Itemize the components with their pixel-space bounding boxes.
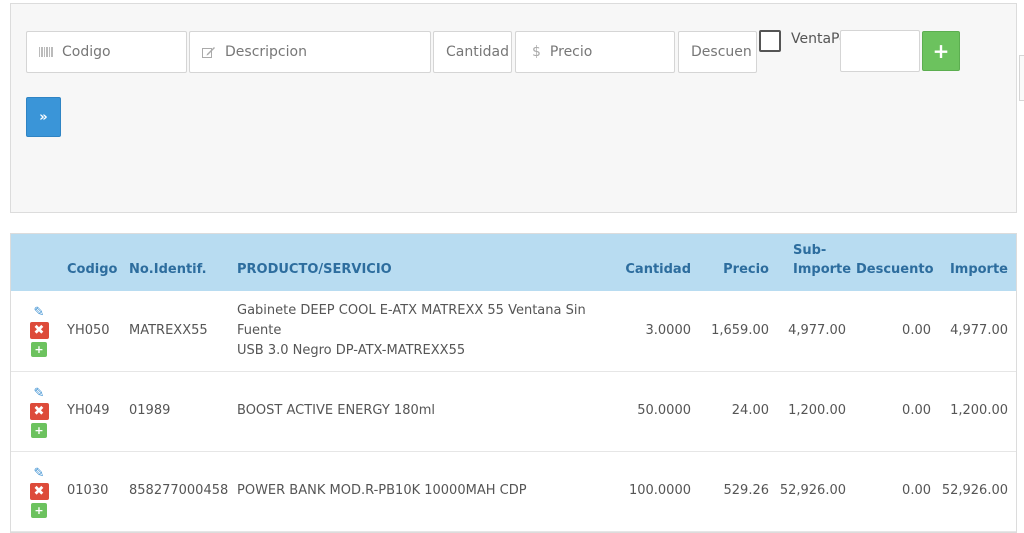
venta-label: VentaPo [791,31,841,47]
codigo-field[interactable]: Codigo [26,31,187,73]
row-actions: ✎ ✖ + [11,451,67,531]
add-icon[interactable]: + [31,342,47,358]
header-subimporte-line2: Importe [793,262,852,277]
table-header-row: Codigo No.Identif. PRODUCTO/SERVICIO Can… [11,234,1016,291]
header-identif[interactable]: No.Identif. [129,234,237,291]
codigo-placeholder: Codigo [62,44,111,60]
cell-identif: 01989 [129,403,171,418]
add-icon[interactable]: + [31,422,47,438]
table-row: ✎ ✖ + YH050 MATREXX55 Gabinete DEEP COOL… [11,291,1016,371]
cell-precio: 529.26 [723,483,770,498]
cell-subimporte: 1,200.00 [788,403,846,418]
edit-icon[interactable]: ✎ [34,306,45,319]
table-row: ✎ ✖ + YH049 01989 BOOST ACTIVE ENERGY 18… [11,371,1016,451]
cell-producto-line1: Gabinete DEEP COOL E-ATX MATREXX 55 Vent… [237,302,586,338]
header-importe[interactable]: Importe [941,234,1016,291]
header-subimporte[interactable]: Sub- Importe [779,234,856,291]
cell-precio: 1,659.00 [711,322,769,338]
cell-importe: 4,977.00 [950,322,1008,338]
cell-producto: Gabinete DEEP COOL E-ATX MATREXX 55 Vent… [237,291,621,371]
cell-codigo: 01030 [67,483,109,498]
cell-identif: 858277000458 [129,483,229,498]
descuento-field[interactable]: Descuen [678,31,757,73]
precio-field[interactable]: $ Precio [515,31,675,73]
cell-importe: 1,200.00 [950,403,1008,418]
edit-icon[interactable]: ✎ [34,467,45,480]
precio-placeholder: Precio [549,44,593,60]
dollar-icon: $ [532,44,541,60]
venta-checkbox[interactable] [759,30,781,52]
header-actions [11,234,67,291]
descripcion-placeholder: Descripcion [225,44,307,60]
add-icon[interactable]: + [31,502,47,518]
cell-descuento: 0.00 [902,483,931,498]
descuento-placeholder: Descuen [691,44,752,60]
add-product-button[interactable]: + [922,31,960,71]
cell-cantidad: 100.0000 [628,483,691,498]
cell-subimporte: 52,926.00 [779,483,846,498]
cantidad-field[interactable]: Cantidad [433,31,512,73]
cell-importe: 52,926.00 [941,483,1008,498]
cell-subimporte: 4,977.00 [788,322,846,338]
delete-icon[interactable]: ✖ [29,322,49,340]
row-actions: ✎ ✖ + [11,371,67,451]
header-descuento[interactable]: Descuento [856,234,941,291]
cell-codigo: YH050 [67,322,110,338]
next-button[interactable]: » [26,97,61,137]
products-table-container: Codigo No.Identif. PRODUCTO/SERVICIO Can… [10,233,1017,533]
header-producto[interactable]: PRODUCTO/SERVICIO [237,234,621,291]
header-cantidad[interactable]: Cantidad [621,234,701,291]
cell-descuento: 0.00 [902,322,931,338]
cell-cantidad: 3.0000 [645,322,692,338]
barcode-icon [39,47,53,57]
header-subimporte-line1: Sub- [793,243,827,258]
cell-cantidad: 50.0000 [637,403,691,418]
cell-descuento: 0.00 [902,403,931,418]
side-panel-edge [1019,55,1024,101]
cell-identif: MATREXX55 [129,322,208,338]
edit-icon[interactable]: ✎ [34,387,45,400]
cell-producto-line2: USB 3.0 Negro DP-ATX-MATREXX55 [237,342,466,358]
header-codigo[interactable]: Codigo [67,234,129,291]
extra-input[interactable] [840,30,920,72]
delete-icon[interactable]: ✖ [29,482,49,500]
product-entry-panel: Codigo Descripcion Cantidad $ Precio Des… [10,3,1017,213]
table-row: ✎ ✖ + 01030 858277000458 POWER BANK MOD.… [11,451,1016,531]
cantidad-placeholder: Cantidad [446,44,509,60]
delete-icon[interactable]: ✖ [29,402,49,420]
cell-codigo: YH049 [67,403,110,418]
descripcion-field[interactable]: Descripcion [189,31,431,73]
header-precio[interactable]: Precio [701,234,779,291]
row-actions: ✎ ✖ + [11,291,67,371]
cell-precio: 24.00 [731,403,769,418]
pencil-square-icon [202,46,216,59]
cell-producto: BOOST ACTIVE ENERGY 180ml [237,403,436,418]
products-table: Codigo No.Identif. PRODUCTO/SERVICIO Can… [11,234,1016,532]
cell-producto: POWER BANK MOD.R-PB10K 10000MAH CDP [237,483,527,498]
